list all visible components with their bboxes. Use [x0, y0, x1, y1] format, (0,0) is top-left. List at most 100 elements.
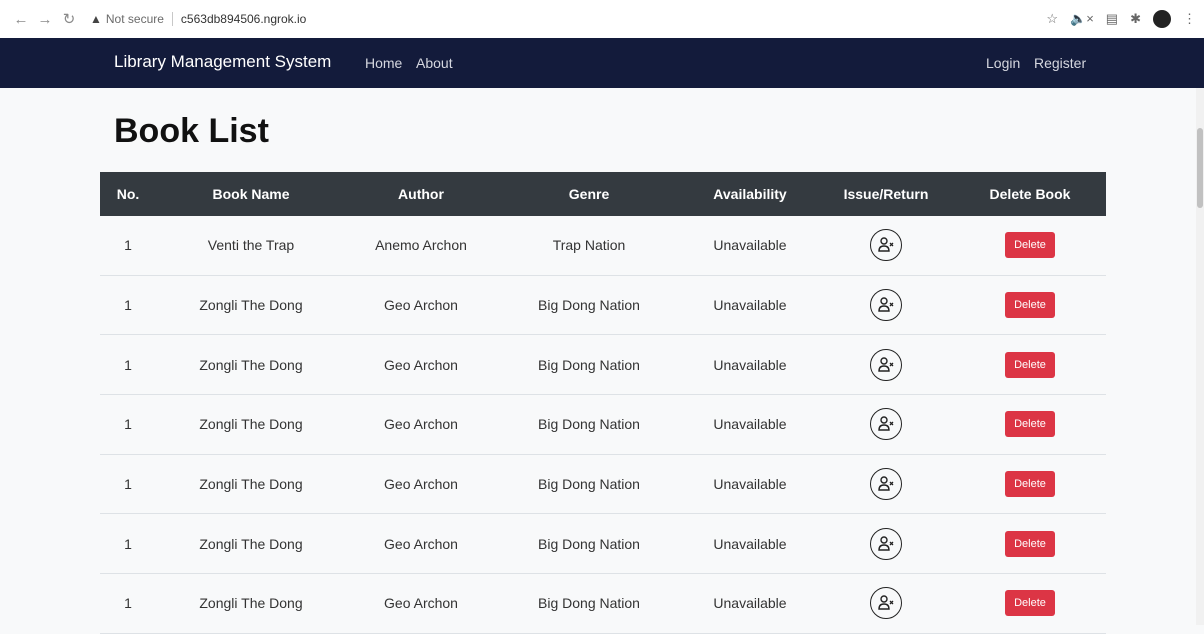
- cell-no: 1: [124, 535, 132, 552]
- nav-link-login[interactable]: Login: [986, 55, 1020, 71]
- cell-issue-return: [818, 408, 954, 441]
- mute-icon[interactable]: 🔈×: [1070, 11, 1094, 27]
- page-scrollbar[interactable]: [1196, 88, 1204, 625]
- warning-icon: ▲: [90, 12, 102, 26]
- cell-no: 1: [124, 416, 132, 433]
- table-row: 1 Zongli The Dong Geo Archon Big Dong Natio…: [100, 395, 1106, 455]
- page-title: Book List: [114, 112, 269, 150]
- cell-no: 1: [124, 595, 132, 612]
- cell-delete: Delete: [954, 411, 1106, 438]
- cell-author: Geo Archon: [384, 595, 458, 612]
- cell-availability: Unavailable: [713, 535, 787, 552]
- cell-genre: Big Dong Nation: [538, 595, 640, 612]
- issue-return-user-icon[interactable]: [870, 289, 902, 322]
- cell-genre: Big Dong Nation: [538, 416, 640, 433]
- header-no: No.: [116, 186, 140, 202]
- cell-book-name: Zongli The Dong: [199, 356, 303, 373]
- url-host: c563db894506.ngrok.io: [180, 12, 307, 26]
- issue-return-user-icon[interactable]: [870, 348, 902, 381]
- browser-toolbar: ← → ↻ ▲ Not secure c563db894506.ngrok.io…: [0, 0, 1204, 39]
- header-issue-return: Issue/Return: [843, 186, 929, 202]
- cell-author: Geo Archon: [384, 297, 458, 314]
- scrollbar-thumb[interactable]: [1197, 128, 1203, 208]
- cell-issue-return: [818, 289, 954, 322]
- cell-delete: Delete: [954, 351, 1106, 378]
- cell-author: Geo Archon: [384, 356, 458, 373]
- cell-no: 1: [124, 237, 132, 254]
- cell-availability: Unavailable: [713, 595, 787, 612]
- cell-availability: Unavailable: [713, 237, 787, 254]
- header-author: Author: [398, 186, 444, 202]
- cell-delete: Delete: [954, 292, 1106, 319]
- cell-issue-return: [818, 468, 954, 501]
- browser-actions: ☆ 🔈× ▤ ✱ ⋮: [1046, 0, 1196, 38]
- cell-author: Geo Archon: [384, 416, 458, 433]
- cell-no: 1: [124, 297, 132, 314]
- menu-dots-icon[interactable]: ⋮: [1183, 11, 1196, 27]
- cell-author: Geo Archon: [384, 535, 458, 552]
- cell-book-name: Zongli The Dong: [199, 416, 303, 433]
- issue-return-user-icon[interactable]: [870, 587, 902, 620]
- forward-arrow-icon[interactable]: →: [36, 10, 54, 28]
- table-row: 1 Zongli The Dong Geo Archon Big Dong Natio…: [100, 514, 1106, 575]
- address-divider: [171, 12, 173, 26]
- nav-link-register[interactable]: Register: [1034, 55, 1086, 71]
- cell-availability: Unavailable: [713, 356, 787, 373]
- cell-genre: Big Dong Nation: [538, 476, 640, 493]
- cell-author: Geo Archon: [384, 476, 458, 493]
- issue-return-user-icon[interactable]: [870, 408, 902, 441]
- cell-genre: Big Dong Nation: [538, 356, 640, 373]
- cell-book-name: Zongli The Dong: [199, 297, 303, 314]
- cell-availability: Unavailable: [713, 297, 787, 314]
- cell-genre: Big Dong Nation: [538, 297, 640, 314]
- cell-book-name: Zongli The Dong: [199, 476, 303, 493]
- delete-button[interactable]: Delete: [1005, 590, 1055, 617]
- delete-button[interactable]: Delete: [1005, 292, 1055, 319]
- star-icon[interactable]: ☆: [1046, 11, 1058, 27]
- cell-book-name: Venti the Trap: [207, 237, 295, 254]
- cell-availability: Unavailable: [713, 476, 787, 493]
- nav-link-about[interactable]: About: [416, 55, 453, 71]
- cell-delete: Delete: [954, 232, 1106, 259]
- header-genre: Genre: [568, 186, 610, 202]
- issue-return-user-icon[interactable]: [870, 527, 902, 560]
- issue-return-user-icon[interactable]: [870, 468, 902, 501]
- header-delete-book: Delete Book: [989, 186, 1071, 202]
- cell-issue-return: [818, 587, 954, 620]
- navbar-brand[interactable]: Library Management System: [114, 52, 331, 72]
- nav-link-home[interactable]: Home: [365, 55, 402, 71]
- issue-return-user-icon[interactable]: [870, 229, 902, 262]
- header-book-name: Book Name: [212, 186, 290, 202]
- reload-icon[interactable]: ↻: [60, 10, 78, 28]
- cell-no: 1: [124, 356, 132, 373]
- profile-avatar-icon[interactable]: [1153, 10, 1171, 28]
- table-row: 1 Zongli The Dong Geo Archon Big Dong Natio…: [100, 276, 1106, 336]
- cell-availability: Unavailable: [713, 416, 787, 433]
- delete-button[interactable]: Delete: [1005, 351, 1055, 378]
- table-row: 1 Zongli The Dong Geo Archon Big Dong Natio…: [100, 335, 1106, 396]
- back-arrow-icon[interactable]: ←: [12, 10, 30, 28]
- delete-button[interactable]: Delete: [1005, 232, 1055, 259]
- extension-icon[interactable]: ▤: [1106, 11, 1118, 27]
- delete-button[interactable]: Delete: [1005, 530, 1055, 557]
- cell-genre: Big Dong Nation: [538, 535, 640, 552]
- not-secure-label: Not secure: [105, 12, 164, 26]
- cell-delete: Delete: [954, 471, 1106, 498]
- table-row: 1 Venti the Trap Anemo Archon Trap Nation Un…: [100, 216, 1106, 276]
- puzzle-icon[interactable]: ✱: [1130, 11, 1141, 27]
- delete-button[interactable]: Delete: [1005, 411, 1055, 438]
- cell-issue-return: [818, 348, 954, 381]
- cell-author: Anemo Archon: [375, 237, 467, 254]
- address-bar[interactable]: ▲ Not secure c563db894506.ngrok.io: [90, 12, 306, 26]
- delete-button[interactable]: Delete: [1005, 471, 1055, 498]
- cell-delete: Delete: [954, 590, 1106, 617]
- site-navbar: Library Management System Home About Log…: [0, 38, 1204, 88]
- cell-issue-return: [818, 527, 954, 560]
- cell-book-name: Zongli The Dong: [199, 595, 303, 612]
- cell-book-name: Zongli The Dong: [199, 535, 303, 552]
- table-row: 1 Zongli The Dong Geo Archon Big Dong Natio…: [100, 455, 1106, 515]
- header-availability: Availability: [713, 186, 787, 202]
- cell-genre: Trap Nation: [552, 237, 626, 254]
- book-table: No. Book Name Author Genre Availability …: [100, 172, 1106, 634]
- cell-no: 1: [124, 476, 132, 493]
